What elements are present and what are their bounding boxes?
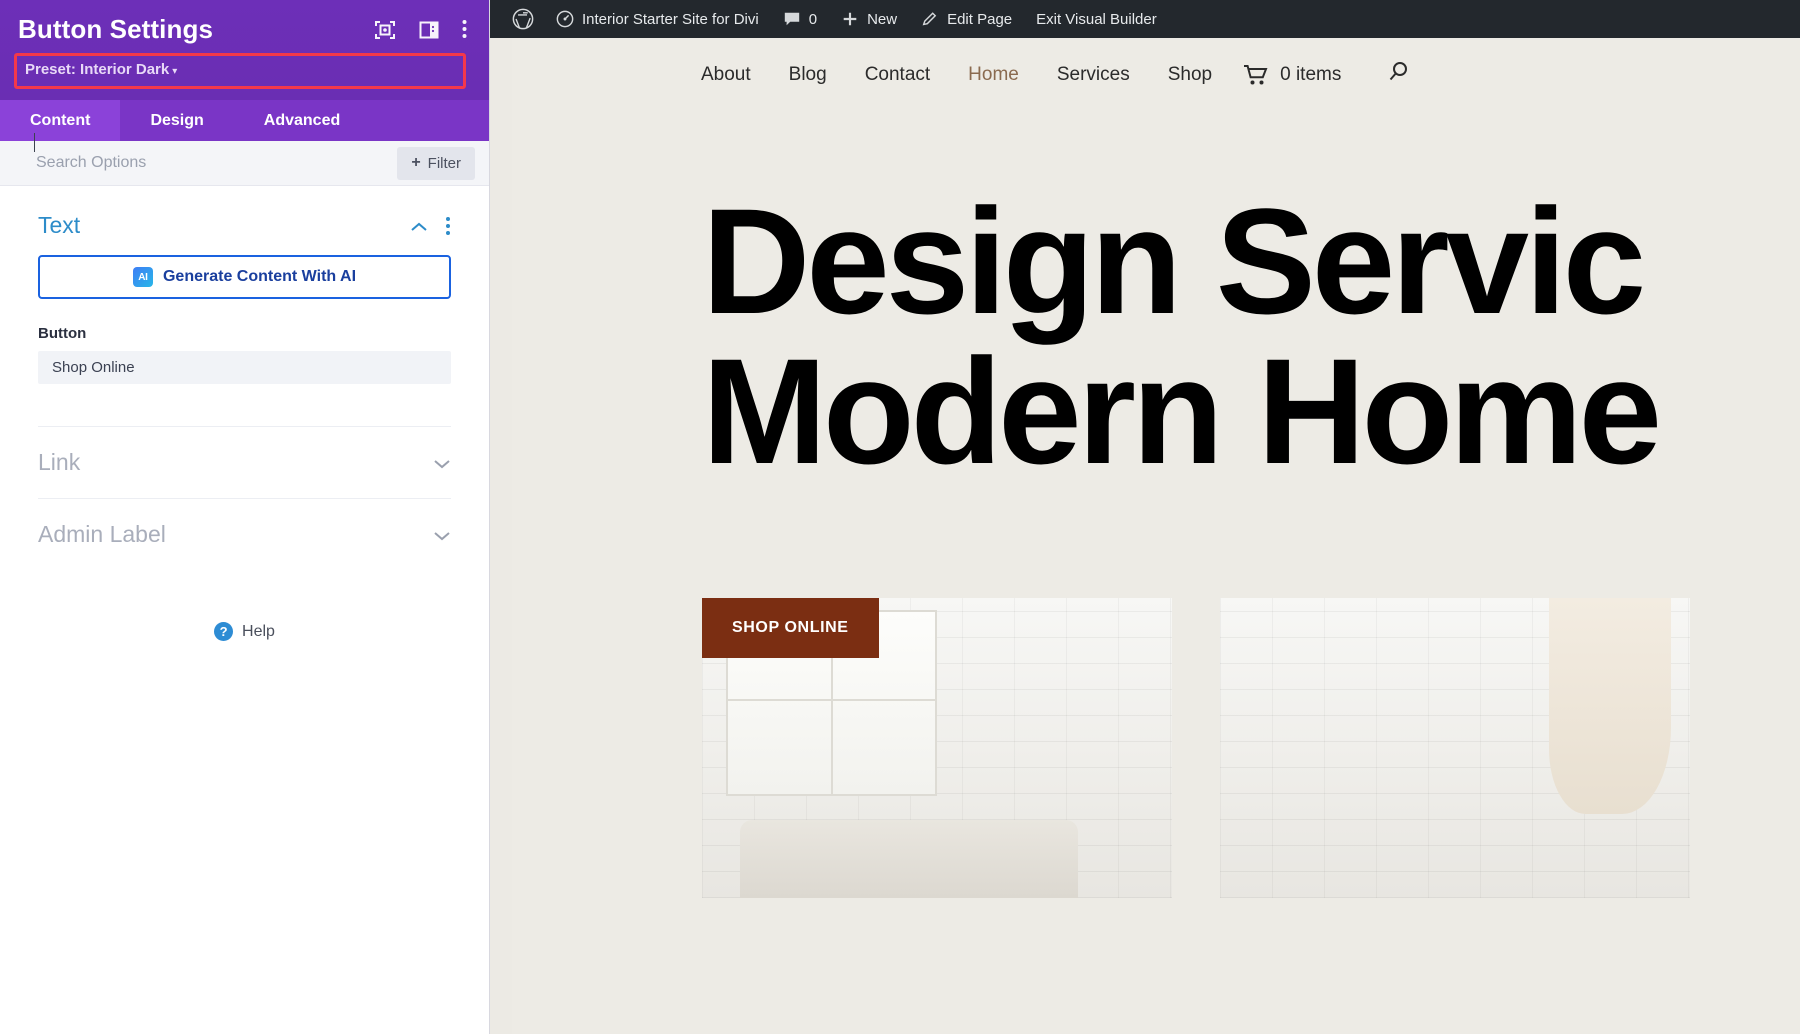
card-item — [1220, 598, 1690, 898]
text-section-icons — [410, 214, 451, 238]
layout-panel-icon[interactable] — [418, 19, 440, 41]
button-field-label: Button — [38, 325, 451, 342]
hero-heading: Design Servic Modern Home — [512, 186, 1800, 486]
filter-button[interactable]: + Filter — [397, 147, 475, 180]
search-input[interactable] — [0, 141, 397, 186]
preset-label: Preset: Interior Dark — [25, 61, 169, 78]
ai-button-label: Generate Content With AI — [163, 268, 356, 286]
admin-label-section-header[interactable]: Admin Label — [38, 499, 451, 570]
comments-item[interactable]: 0 — [771, 0, 829, 38]
nav-item-home[interactable]: Home — [949, 64, 1038, 86]
wordpress-admin-bar: Interior Starter Site for Divi 0 New Edi… — [490, 0, 1800, 38]
hero-line-1: Design Servic — [702, 186, 1800, 336]
drape-graphic — [1549, 598, 1671, 814]
help-label: Help — [242, 623, 275, 641]
shop-online-button[interactable]: SHOP ONLINE — [702, 598, 879, 658]
cart-widget[interactable]: 0 items — [1231, 64, 1341, 86]
panel-title-row: Button Settings — [18, 14, 471, 45]
ai-badge-icon: AI — [133, 267, 153, 287]
chevron-down-icon[interactable] — [433, 457, 451, 469]
interior-photo — [1220, 598, 1690, 898]
hero-line-2: Modern Home — [702, 336, 1800, 486]
exit-visual-builder-label: Exit Visual Builder — [1036, 11, 1157, 28]
site-name-item[interactable]: Interior Starter Site for Divi — [544, 0, 771, 38]
chevron-down-icon[interactable] — [433, 529, 451, 541]
card-item: SHOP ONLINE — [702, 598, 1172, 898]
nav-item-about[interactable]: About — [682, 64, 770, 86]
text-section: Text AI Generate Content With AI Button … — [0, 186, 489, 641]
nav-item-services[interactable]: Services — [1038, 64, 1149, 86]
site-preview: About Blog Contact Home Services Shop 0 … — [512, 38, 1800, 1034]
help-icon: ? — [214, 622, 233, 641]
new-content-item[interactable]: New — [829, 0, 909, 38]
wordpress-logo-icon[interactable] — [502, 0, 544, 38]
panel-header-icons — [374, 19, 471, 41]
link-section-header[interactable]: Link — [38, 427, 451, 498]
text-section-header: Text — [38, 186, 451, 249]
card-row: SHOP ONLINE — [512, 598, 1800, 898]
tab-design[interactable]: Design — [120, 100, 233, 141]
filter-button-label: Filter — [428, 155, 461, 172]
generate-content-with-ai-button[interactable]: AI Generate Content With AI — [38, 255, 451, 299]
dashboard-icon — [556, 10, 574, 28]
search-bar: + Filter — [0, 141, 489, 186]
panel-tabs: Content Design Advanced — [0, 100, 489, 141]
nav-item-blog[interactable]: Blog — [770, 64, 846, 86]
sofa-graphic — [740, 820, 1078, 898]
new-content-label: New — [867, 11, 897, 28]
section-kebab-icon[interactable] — [446, 214, 451, 238]
text-section-title: Text — [38, 212, 80, 239]
search-icon[interactable] — [1387, 60, 1411, 90]
tab-advanced[interactable]: Advanced — [234, 100, 370, 141]
cart-items-count: 0 items — [1280, 64, 1341, 86]
nav-item-contact[interactable]: Contact — [846, 64, 949, 86]
admin-label-section-title: Admin Label — [38, 521, 166, 548]
chevron-down-icon: ▾ — [172, 66, 177, 77]
help-link[interactable]: ? Help — [38, 622, 451, 641]
preview-area: Interior Starter Site for Divi 0 New Edi… — [490, 0, 1800, 1034]
edit-page-item[interactable]: Edit Page — [909, 0, 1024, 38]
app-screen: Button Settings — [0, 0, 1800, 1034]
panel-header: Button Settings — [0, 0, 489, 100]
focus-icon[interactable] — [374, 19, 396, 41]
site-name-label: Interior Starter Site for Divi — [582, 11, 759, 28]
site-navigation: About Blog Contact Home Services Shop 0 … — [512, 38, 1800, 108]
page-title: Button Settings — [18, 14, 213, 45]
preset-selector[interactable]: Preset: Interior Dark▾ — [14, 53, 466, 89]
edit-page-label: Edit Page — [947, 11, 1012, 28]
button-text-input[interactable] — [38, 351, 451, 384]
comment-icon — [783, 10, 801, 28]
chevron-up-icon[interactable] — [410, 220, 428, 232]
link-section-title: Link — [38, 449, 80, 476]
text-cursor — [34, 133, 35, 152]
tab-content[interactable]: Content — [0, 100, 120, 141]
comment-count: 0 — [809, 11, 817, 28]
nav-item-shop[interactable]: Shop — [1149, 64, 1231, 86]
shopping-cart-icon — [1243, 64, 1269, 86]
exit-visual-builder-item[interactable]: Exit Visual Builder — [1024, 0, 1169, 38]
pencil-icon — [921, 10, 939, 28]
kebab-menu-icon[interactable] — [462, 19, 467, 41]
plus-icon — [841, 10, 859, 28]
button-settings-panel: Button Settings — [0, 0, 490, 1034]
plus-icon: + — [411, 155, 420, 171]
